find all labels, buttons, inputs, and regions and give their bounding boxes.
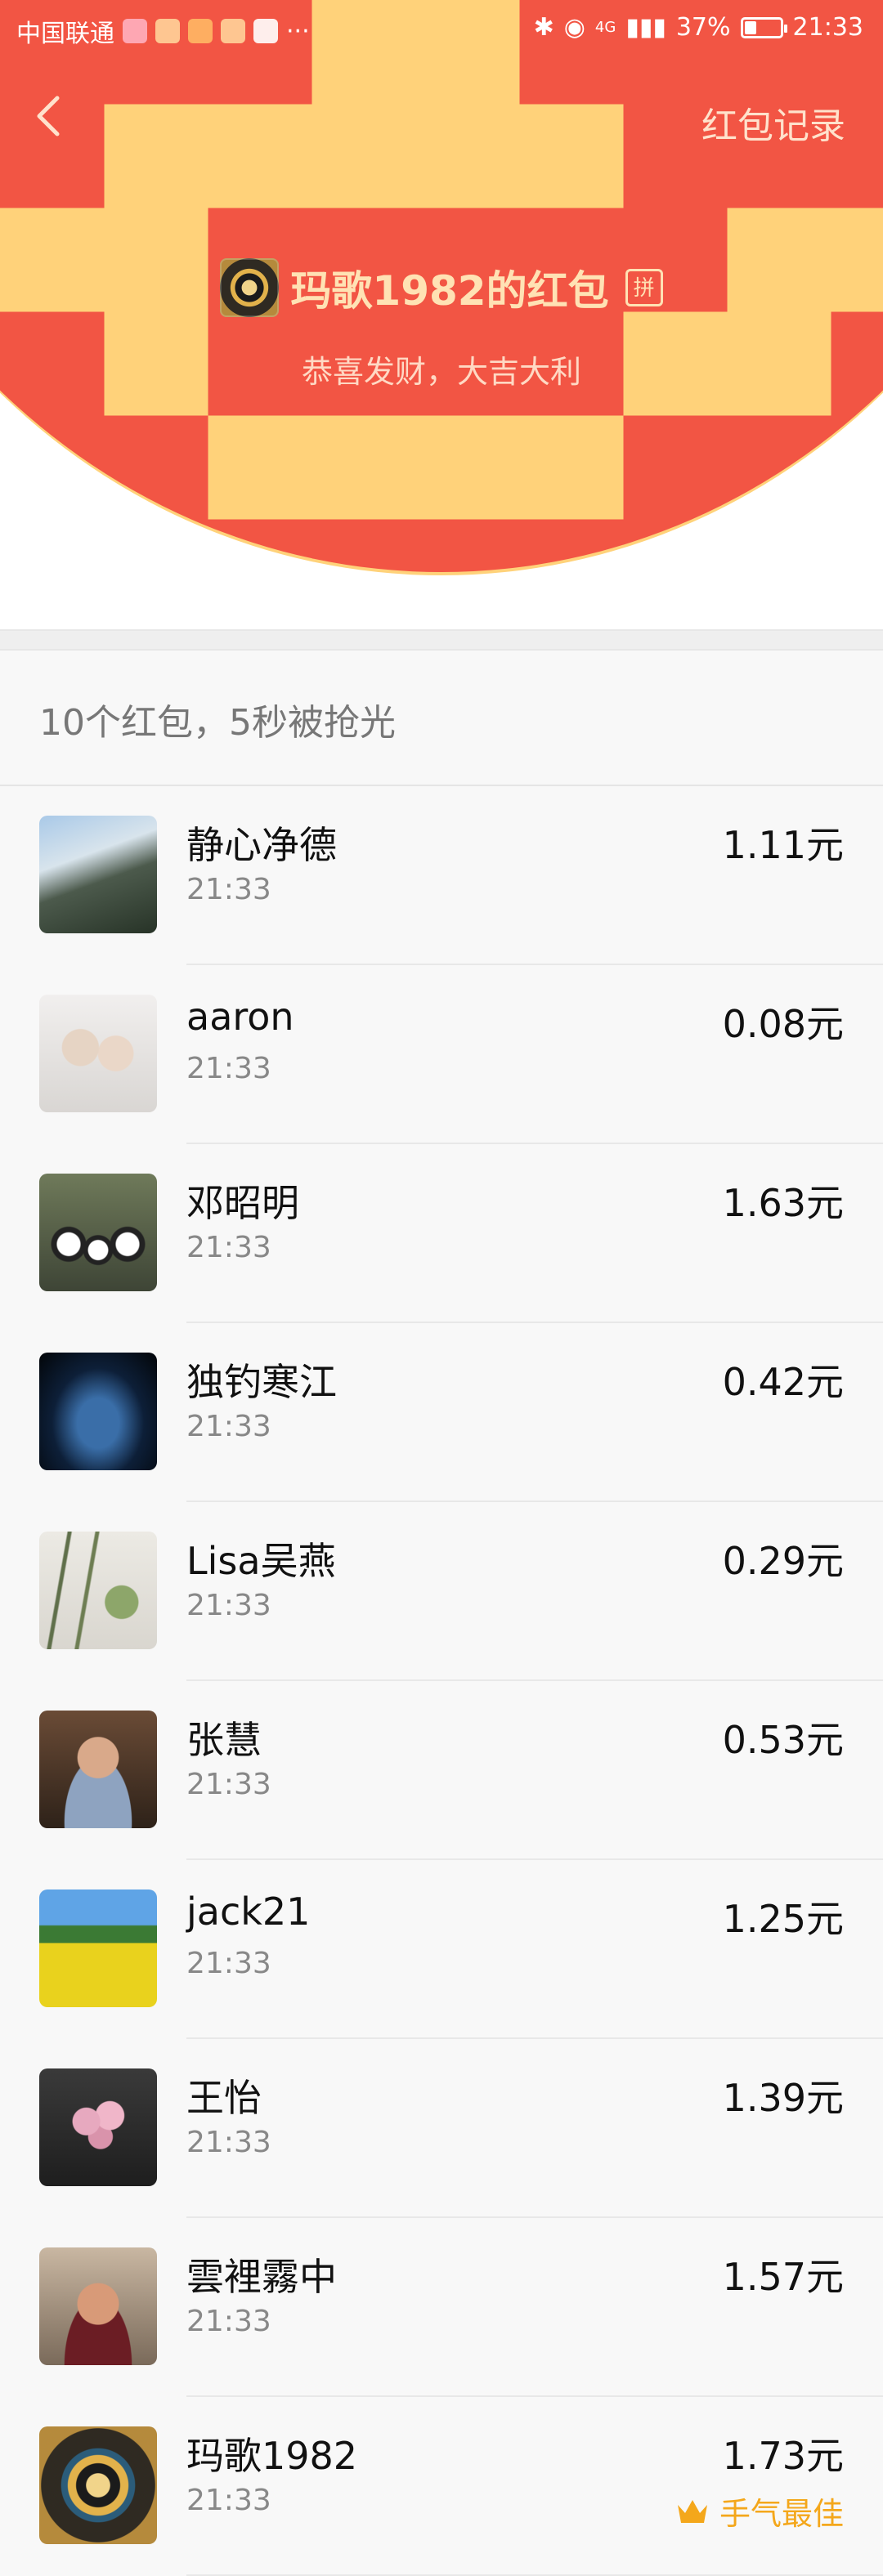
claim-summary: 10个红包，5秒被抢光 (39, 702, 396, 744)
claimer-name: 王怡 (186, 2076, 262, 2120)
claim-list: 静心净德 21:33 1.11元 aaron 21:33 0.08元 邓昭明 2… (0, 785, 883, 2576)
avatar[interactable] (39, 1711, 157, 1828)
red-envelope-records-link[interactable]: 红包记录 (701, 96, 845, 149)
claim-amount: 0.29元 (722, 1539, 844, 1583)
claimer-name: 静心净德 (186, 823, 337, 867)
avatar[interactable] (39, 2247, 157, 2365)
avatar[interactable] (39, 2068, 157, 2186)
list-item[interactable]: 张慧 21:33 0.53元 (39, 1681, 883, 1860)
claimer-name: 独钓寒江 (186, 1360, 337, 1404)
list-item[interactable]: Lisa吴燕 21:33 0.29元 (39, 1502, 883, 1681)
claim-time: 21:33 (186, 873, 271, 906)
clock: 21:33 (792, 13, 863, 42)
claim-time: 21:33 (186, 1231, 271, 1264)
avatar[interactable] (39, 816, 157, 933)
greeting-message: 恭喜发财，大吉大利 (301, 354, 581, 390)
claimer-name: 张慧 (186, 1718, 262, 1762)
status-bar: 中国联通 ··· ✱ ◉ 4G ▮▮▮ 37% 21:33 (0, 0, 883, 59)
list-item[interactable]: 玛歌1982 21:33 1.73元 手气最佳 (39, 2397, 883, 2576)
sender-info: 玛歌1982的红包 拼 (0, 258, 883, 317)
crown-icon (677, 2499, 707, 2523)
claim-time: 21:33 (186, 1589, 271, 1622)
list-item[interactable]: 静心净德 21:33 1.11元 (39, 786, 883, 965)
notification-icon (155, 19, 180, 43)
claim-amount: 0.53元 (722, 1718, 844, 1762)
app-notify-icon (188, 19, 213, 43)
claimer-name: Lisa吴燕 (186, 1539, 336, 1583)
pin-badge: 拼 (625, 269, 663, 306)
claim-amount: 1.39元 (722, 2076, 844, 2120)
claimer-name: 邓昭明 (186, 1181, 299, 1225)
avatar[interactable] (39, 1353, 157, 1470)
claim-time: 21:33 (186, 1410, 271, 1443)
app-notify-icon-2 (221, 19, 245, 43)
avatar[interactable] (39, 1890, 157, 2007)
best-luck-badge: 手气最佳 (675, 2489, 844, 2534)
claimer-name: 玛歌1982 (186, 2434, 358, 2478)
claim-amount: 0.08元 (722, 1002, 844, 1046)
claim-time: 21:33 (186, 2305, 271, 2338)
section-divider (0, 629, 883, 651)
list-item[interactable]: 独钓寒江 21:33 0.42元 (39, 1323, 883, 1502)
claim-time: 21:33 (186, 2126, 271, 2159)
network-label: 4G (594, 19, 616, 36)
back-button[interactable] (26, 92, 75, 141)
avatar[interactable] (39, 995, 157, 1112)
carrier-label: 中国联通 (16, 20, 114, 48)
claimer-name: jack21 (186, 1890, 311, 1934)
claim-time: 21:33 (186, 1947, 271, 1980)
chevron-left-icon (37, 96, 60, 136)
claim-amount: 0.42元 (722, 1360, 844, 1404)
list-item[interactable]: jack21 21:33 1.25元 (39, 1860, 883, 2039)
claimer-name: aaron (186, 995, 294, 1039)
claim-time: 21:33 (186, 2484, 271, 2517)
sender-avatar[interactable] (220, 258, 280, 317)
sender-name: 玛歌1982的红包 (290, 267, 609, 315)
battery-percent: 37% (675, 13, 731, 42)
signal-icon: ▮▮▮ (625, 13, 666, 42)
eye-icon: ◉ (563, 13, 585, 42)
claimer-name: 雲裡霧中 (186, 2255, 337, 2299)
claim-time: 21:33 (186, 1768, 271, 1801)
claim-amount: 1.73元 (722, 2434, 844, 2478)
list-item[interactable]: 王怡 21:33 1.39元 (39, 2039, 883, 2218)
avatar[interactable] (39, 1532, 157, 1649)
bluetooth-icon: ✱ (533, 13, 554, 42)
claim-amount: 1.57元 (722, 2255, 844, 2299)
claim-time: 21:33 (186, 1052, 271, 1085)
gallery-icon (253, 19, 278, 43)
list-item[interactable]: 邓昭明 21:33 1.63元 (39, 1144, 883, 1323)
video-app-icon (123, 19, 147, 43)
claim-amount: 1.25元 (722, 1897, 844, 1941)
avatar[interactable] (39, 1174, 157, 1291)
avatar[interactable] (39, 2426, 157, 2544)
claim-amount: 1.63元 (722, 1181, 844, 1225)
claim-amount: 1.11元 (722, 823, 844, 867)
list-item[interactable]: 雲裡霧中 21:33 1.57元 (39, 2218, 883, 2397)
more-notifications: ··· (286, 16, 310, 46)
best-luck-label: 手气最佳 (719, 2496, 844, 2532)
list-item[interactable]: aaron 21:33 0.08元 (39, 965, 883, 1144)
battery-icon (740, 16, 787, 38)
red-envelope-header: 中国联通 ··· ✱ ◉ 4G ▮▮▮ 37% 21:33 红包记录 玛歌198… (0, 0, 883, 646)
